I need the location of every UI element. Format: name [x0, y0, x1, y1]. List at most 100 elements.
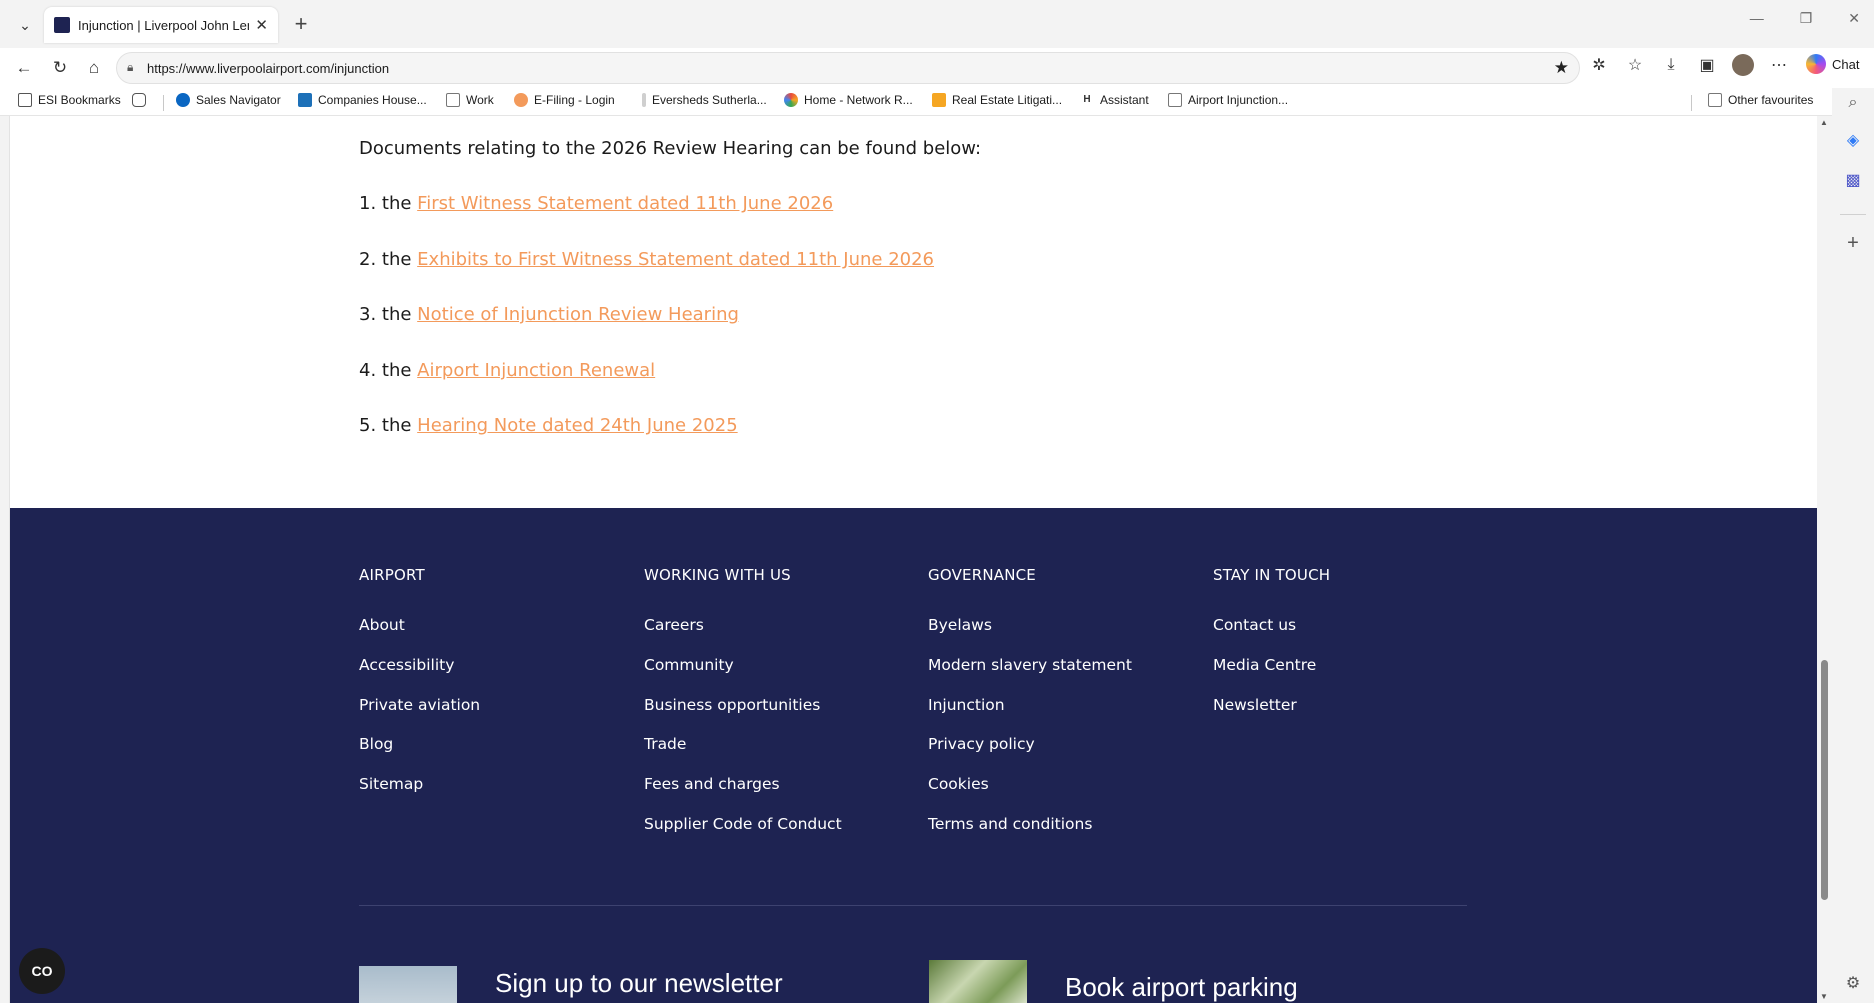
- new-tab-button[interactable]: +: [288, 12, 314, 38]
- document-link[interactable]: Airport Injunction Renewal: [417, 360, 655, 381]
- e-filing-icon: [514, 93, 528, 107]
- footer-link-blog[interactable]: Blog: [359, 735, 393, 753]
- bookmark-work[interactable]: Work: [446, 93, 494, 107]
- tab-title: Injunction | Liverpool John Lennon: [78, 17, 249, 33]
- window-controls: — ❐ ✕: [1750, 10, 1860, 27]
- copilot-chat-button[interactable]: Chat: [1806, 54, 1859, 74]
- sidebar-divider: [1840, 214, 1866, 215]
- footer-link-cookies[interactable]: Cookies: [928, 775, 989, 793]
- scroll-down-icon[interactable]: ▼: [1820, 992, 1828, 1001]
- add-icon[interactable]: +: [1842, 232, 1864, 254]
- bookmark-real-estate-litigation[interactable]: Real Estate Litigati...: [932, 93, 1062, 107]
- close-tab-icon[interactable]: ✕: [255, 16, 268, 34]
- footer-link-careers[interactable]: Careers: [644, 616, 704, 634]
- bookmark-airport-injunction[interactable]: Airport Injunction...: [1168, 93, 1288, 107]
- footer-link-fees-and-charges[interactable]: Fees and charges: [644, 775, 780, 793]
- bookmark-separator: [1691, 95, 1692, 111]
- bookmark-label: Home - Network R...: [804, 93, 913, 107]
- document-link[interactable]: Hearing Note dated 24th June 2025: [417, 415, 737, 436]
- footer-link-community[interactable]: Community: [644, 656, 734, 674]
- url-text[interactable]: https://www.liverpoolairport.com/injunct…: [147, 61, 389, 76]
- minimize-icon[interactable]: —: [1750, 10, 1764, 27]
- companies-house-icon: [298, 93, 312, 107]
- bookmark-label: ESI Bookmarks: [38, 93, 121, 107]
- folder-icon: [1708, 93, 1722, 107]
- footer-link-media-centre[interactable]: Media Centre: [1213, 656, 1316, 674]
- scroll-thumb[interactable]: [1821, 660, 1828, 900]
- bookmark-esi-bookmarks[interactable]: ESI Bookmarks: [18, 93, 121, 107]
- bookmark-label: Work: [466, 93, 494, 107]
- active-tab[interactable]: Injunction | Liverpool John Lennon ✕: [44, 7, 278, 43]
- footer-link-privacy-policy[interactable]: Privacy policy: [928, 735, 1035, 753]
- footer-link-contact-us[interactable]: Contact us: [1213, 616, 1296, 634]
- refresh-icon[interactable]: ↻: [48, 56, 72, 80]
- favourite-star-icon[interactable]: ★: [1554, 58, 1569, 78]
- footer-link-newsletter[interactable]: Newsletter: [1213, 696, 1297, 714]
- edge-sidebar: ⌕ ◈ ▩ + ⚙: [1832, 88, 1874, 1003]
- footer-heading-governance: GOVERNANCE: [928, 566, 1036, 584]
- other-favourites[interactable]: Other favourites: [1708, 93, 1813, 107]
- bookmark-sales-navigator[interactable]: Sales Navigator: [176, 93, 281, 107]
- footer-link-byelaws[interactable]: Byelaws: [928, 616, 992, 634]
- footer-link-modern-slavery[interactable]: Modern slavery statement: [928, 656, 1132, 674]
- bookmark-eversheds[interactable]: Eversheds Sutherla...: [642, 93, 767, 107]
- book-parking-heading[interactable]: Book airport parking: [1065, 972, 1298, 1003]
- newsletter-signup-heading[interactable]: Sign up to our newsletter: [495, 968, 783, 999]
- eversheds-icon: [642, 93, 646, 107]
- footer-link-trade[interactable]: Trade: [644, 735, 686, 753]
- page-scrollbar[interactable]: ▲ ▼: [1817, 116, 1832, 1003]
- document-number: 1. the: [359, 193, 418, 214]
- document-number: 4. the: [359, 360, 418, 381]
- document-link[interactable]: Exhibits to First Witness Statement date…: [417, 249, 934, 270]
- address-bar[interactable]: 🔒︎ https://www.liverpoolairport.com/inju…: [116, 52, 1580, 84]
- document-item: 5. the Hearing Note dated 24th June 2025: [359, 415, 738, 436]
- extensions-icon[interactable]: ✲: [1588, 55, 1610, 75]
- favourites-icon[interactable]: ☆: [1624, 55, 1646, 75]
- downloads-icon[interactable]: ⤓: [1660, 56, 1682, 74]
- bookmark-assistant[interactable]: H Assistant: [1080, 93, 1149, 107]
- bookmarks-bar: ESI Bookmarks Sales Navigator Companies …: [0, 88, 1874, 116]
- footer-link-terms[interactable]: Terms and conditions: [928, 815, 1092, 833]
- collections-icon[interactable]: ▣: [1696, 55, 1718, 75]
- footer-heading-airport: AIRPORT: [359, 566, 425, 584]
- profile-avatar[interactable]: [1732, 54, 1754, 76]
- lock-icon[interactable]: 🔒︎: [127, 60, 141, 76]
- document-link[interactable]: First Witness Statement dated 11th June …: [417, 193, 833, 214]
- footer-heading-stay-in-touch: STAY IN TOUCH: [1213, 566, 1331, 584]
- bookmark-network-rail[interactable]: Home - Network R...: [784, 93, 913, 107]
- bookmark-tickets-icon[interactable]: [132, 93, 146, 107]
- bookmark-label: Assistant: [1100, 93, 1149, 107]
- footer-link-accessibility[interactable]: Accessibility: [359, 656, 454, 674]
- browser-window: ⌄ Injunction | Liverpool John Lennon ✕ +…: [0, 0, 1874, 1003]
- footer-link-business-opportunities[interactable]: Business opportunities: [644, 696, 820, 714]
- footer-link-injunction[interactable]: Injunction: [928, 696, 1005, 714]
- footer-divider: [359, 905, 1467, 906]
- bookmark-label: Companies House...: [318, 93, 427, 107]
- scroll-up-icon[interactable]: ▲: [1820, 118, 1828, 127]
- footer-link-about[interactable]: About: [359, 616, 405, 634]
- bookmark-label: Airport Injunction...: [1188, 93, 1289, 107]
- settings-gear-icon[interactable]: ⚙: [1842, 973, 1864, 995]
- back-arrow-icon[interactable]: ←: [12, 56, 36, 80]
- documents-intro: Documents relating to the 2026 Review He…: [359, 138, 982, 159]
- tab-strip: ⌄ Injunction | Liverpool John Lennon ✕ +…: [0, 0, 1874, 48]
- footer-heading-working-with-us: WORKING WITH US: [644, 566, 791, 584]
- footer-link-supplier-code[interactable]: Supplier Code of Conduct: [644, 815, 842, 833]
- search-icon[interactable]: ⌕: [1842, 92, 1864, 114]
- footer-link-sitemap[interactable]: Sitemap: [359, 775, 423, 793]
- bookmark-e-filing[interactable]: E-Filing - Login: [514, 93, 615, 107]
- document-item: 3. the Notice of Injunction Review Heari…: [359, 304, 739, 325]
- sales-navigator-icon: [176, 93, 190, 107]
- document-link[interactable]: Notice of Injunction Review Hearing: [417, 304, 739, 325]
- footer-link-private-aviation[interactable]: Private aviation: [359, 696, 480, 714]
- teams-icon[interactable]: ▩: [1842, 170, 1864, 192]
- home-icon[interactable]: ⌂: [82, 56, 106, 80]
- restore-icon[interactable]: ❐: [1800, 10, 1813, 27]
- copilot-icon: [1806, 54, 1826, 74]
- copilot-sidebar-icon[interactable]: ◈: [1842, 130, 1864, 152]
- tab-list-chevron-icon[interactable]: ⌄: [14, 14, 36, 36]
- close-window-icon[interactable]: ✕: [1848, 10, 1860, 27]
- bookmark-companies-house[interactable]: Companies House...: [298, 93, 427, 107]
- more-options-icon[interactable]: ⋯: [1768, 55, 1790, 75]
- accessibility-widget-button[interactable]: CO: [19, 948, 65, 994]
